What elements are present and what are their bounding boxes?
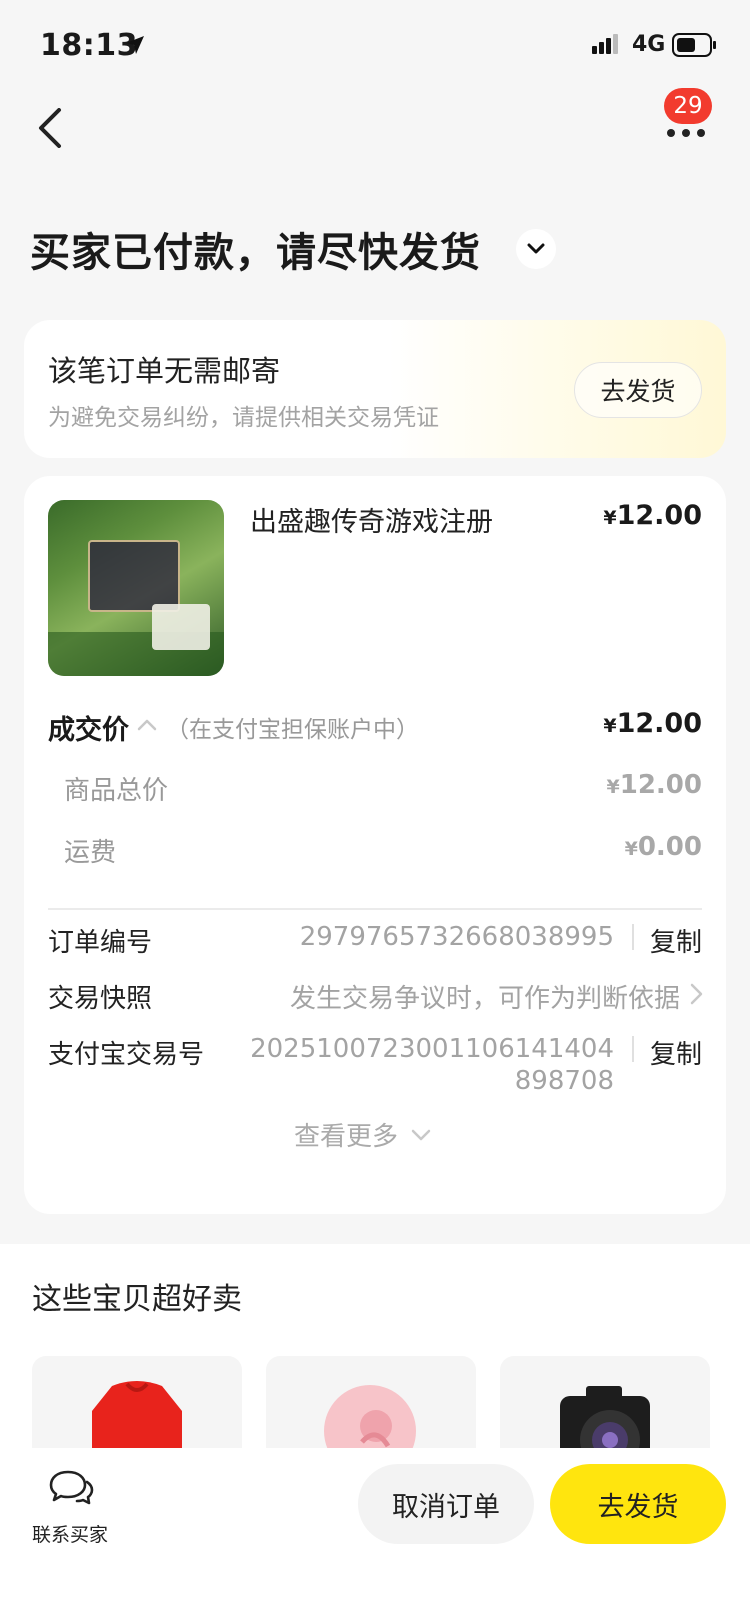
currency-symbol: ¥ [624,838,638,860]
deal-price-label[interactable]: 成交价 [48,708,129,747]
ship-button[interactable]: 去发货 [550,1464,726,1544]
product-price-value: 12.00 [616,500,702,531]
divider [48,908,702,910]
signal-icon [592,34,618,54]
deal-price-value: 12.00 [616,708,702,739]
notice-title: 该笔订单无需邮寄 [48,354,281,388]
chevron-up-icon[interactable] [136,714,158,736]
copy-order-number-button[interactable]: 复制 [650,922,702,959]
snapshot-text[interactable]: 发生交易争议时，可作为判断依据 [290,978,680,1015]
back-button[interactable] [30,100,70,156]
notice-subtitle: 为避免交易纠纷，请提供相关交易凭证 [48,405,439,431]
product-price: ¥12.00 [603,500,702,531]
network-type: 4G [632,32,666,57]
copy-alipay-number-button[interactable]: 复制 [650,1034,702,1071]
alipay-trade-number-line2: 898708 [514,1066,614,1096]
deal-price-note: （在支付宝担保账户中） [166,717,419,743]
location-arrow-icon [126,36,144,54]
bottom-action-bar: 联系买家 取消订单 去发货 [0,1448,750,1624]
battery-icon [672,33,716,57]
recommendation-title: 这些宝贝超好卖 [32,1282,242,1317]
message-count-badge: 29 [664,88,712,124]
see-more-button[interactable]: 查看更多 [294,1116,398,1153]
contact-buyer-label: 联系买家 [32,1524,109,1546]
product-name[interactable]: 出盛趣传奇游戏注册 [250,500,493,539]
currency-symbol: ¥ [606,776,620,798]
chevron-down-icon [527,243,545,254]
deal-price: ¥12.00 [603,708,702,739]
no-shipping-notice-card: 该笔订单无需邮寄 为避免交易纠纷，请提供相关交易凭证 去发货 [24,320,726,458]
chat-bubbles-icon [49,1470,94,1505]
alipay-trade-number-label: 支付宝交易号 [48,1040,205,1070]
chevron-down-icon[interactable] [410,1124,432,1146]
cancel-order-button[interactable]: 取消订单 [358,1464,534,1544]
shipping-amount: 0.00 [637,832,702,862]
title-expand-button[interactable] [516,229,556,269]
order-number: 2979765732668038995 [299,922,614,952]
order-card: 出盛趣传奇游戏注册 ¥12.00 成交价 （在支付宝担保账户中） ¥12.00 … [24,476,726,1214]
shipping-value: ¥0.00 [625,832,702,862]
snapshot-label[interactable]: 交易快照 [48,978,152,1015]
separator [632,924,634,950]
shipping-label: 运费 [64,838,117,868]
product-thumbnail[interactable] [48,500,224,676]
chevron-right-icon[interactable] [686,982,706,1006]
notice-ship-button[interactable]: 去发货 [574,362,702,418]
alipay-trade-number-line1: 202510072300110614140​4 [250,1034,614,1064]
currency-symbol: ¥ [603,507,617,529]
subtotal-amount: 12.00 [619,770,702,800]
subtotal-label: 商品总价 [64,776,169,806]
subtotal-value: ¥12.00 [607,770,702,800]
more-dots-icon [667,129,705,137]
order-number-label: 订单编号 [48,928,153,958]
separator [632,1036,634,1062]
page-title: 买家已付款，请尽快发货 [30,230,481,276]
chevron-left-icon [39,108,61,148]
status-bar: 18:13 4G [0,0,750,90]
currency-symbol: ¥ [603,715,617,737]
